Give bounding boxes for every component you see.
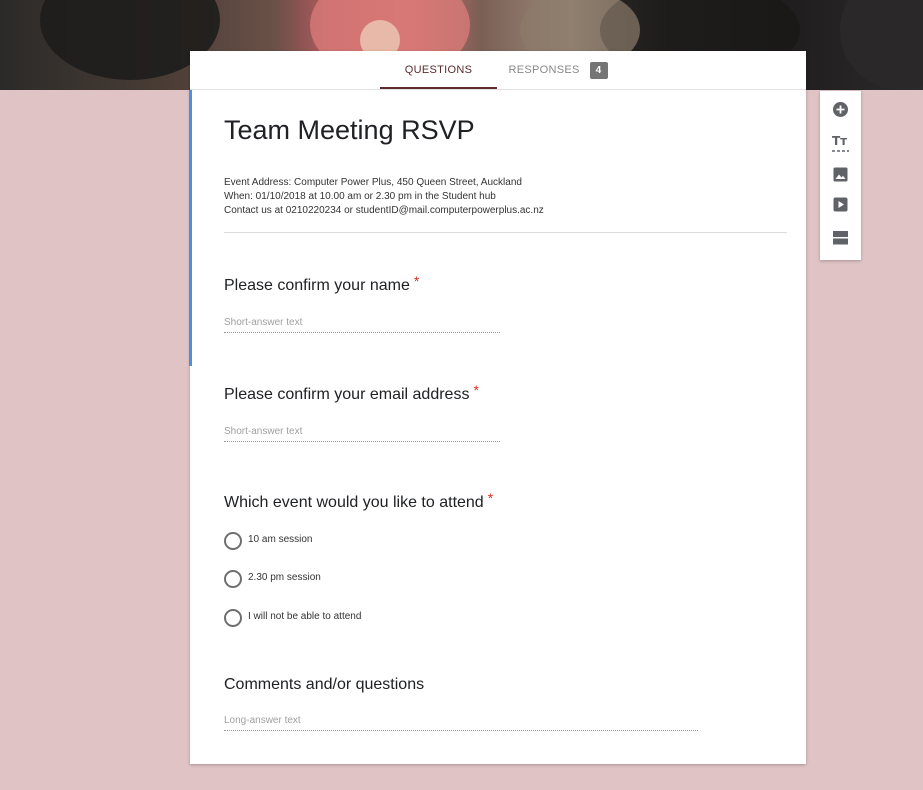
email-short-answer-field[interactable]: Short-answer text: [224, 426, 500, 442]
comments-long-answer-field[interactable]: Long-answer text: [224, 715, 698, 731]
tab-responses[interactable]: RESPONSES 4: [498, 51, 618, 89]
tab-bar: QUESTIONS RESPONSES 4: [190, 51, 806, 90]
add-question-icon[interactable]: [832, 101, 849, 118]
required-asterisk: *: [473, 382, 479, 398]
question-toolbar: Tт: [820, 91, 861, 260]
question-title-comments[interactable]: Comments and/or questions: [224, 676, 424, 694]
description-line: Event Address: Computer Power Plus, 450 …: [224, 177, 522, 188]
add-section-icon[interactable]: [832, 229, 849, 246]
name-short-answer-field[interactable]: Short-answer text: [224, 317, 500, 333]
active-section-indicator: [189, 90, 192, 366]
tab-questions[interactable]: QUESTIONS: [380, 51, 497, 89]
form-card: QUESTIONS RESPONSES 4 Team Meeting RSVP E…: [189, 51, 806, 764]
radio-button-icon[interactable]: [224, 570, 242, 588]
question-text: Which event would you like to attend: [224, 494, 484, 511]
form-title[interactable]: Team Meeting RSVP: [224, 115, 475, 146]
radio-option-label: 2.30 pm session: [248, 572, 321, 583]
question-title-event[interactable]: Which event would you like to attend *: [224, 490, 493, 512]
add-image-icon[interactable]: [832, 166, 849, 183]
radio-option-label: I will not be able to attend: [248, 611, 362, 622]
form-description[interactable]: Event Address: Computer Power Plus, 450 …: [224, 176, 544, 218]
question-text: Comments and/or questions: [224, 676, 425, 693]
add-video-icon[interactable]: [832, 196, 849, 213]
description-line: When: 01/10/2018 at 10.00 am or 2.30 pm …: [224, 191, 496, 202]
required-asterisk: *: [487, 490, 494, 506]
header-divider: [224, 232, 787, 233]
svg-text:Tт: Tт: [832, 134, 847, 148]
required-asterisk: *: [413, 273, 420, 289]
radio-button-icon[interactable]: [224, 609, 242, 627]
radio-option-label: 10 am session: [248, 534, 313, 545]
question-title-name[interactable]: Please confirm your name *: [224, 273, 419, 295]
add-title-icon[interactable]: Tт: [832, 133, 849, 152]
description-line: Contact us at 0210220234 or studentID@ma…: [224, 205, 544, 216]
radio-button-icon[interactable]: [224, 532, 242, 550]
question-title-email[interactable]: Please confirm your email address *: [224, 382, 479, 404]
question-text: Please confirm your email address: [224, 386, 470, 403]
question-text: Please confirm your name: [224, 277, 410, 294]
responses-count-badge: 4: [589, 62, 608, 79]
tab-responses-label: RESPONSES: [508, 64, 580, 76]
